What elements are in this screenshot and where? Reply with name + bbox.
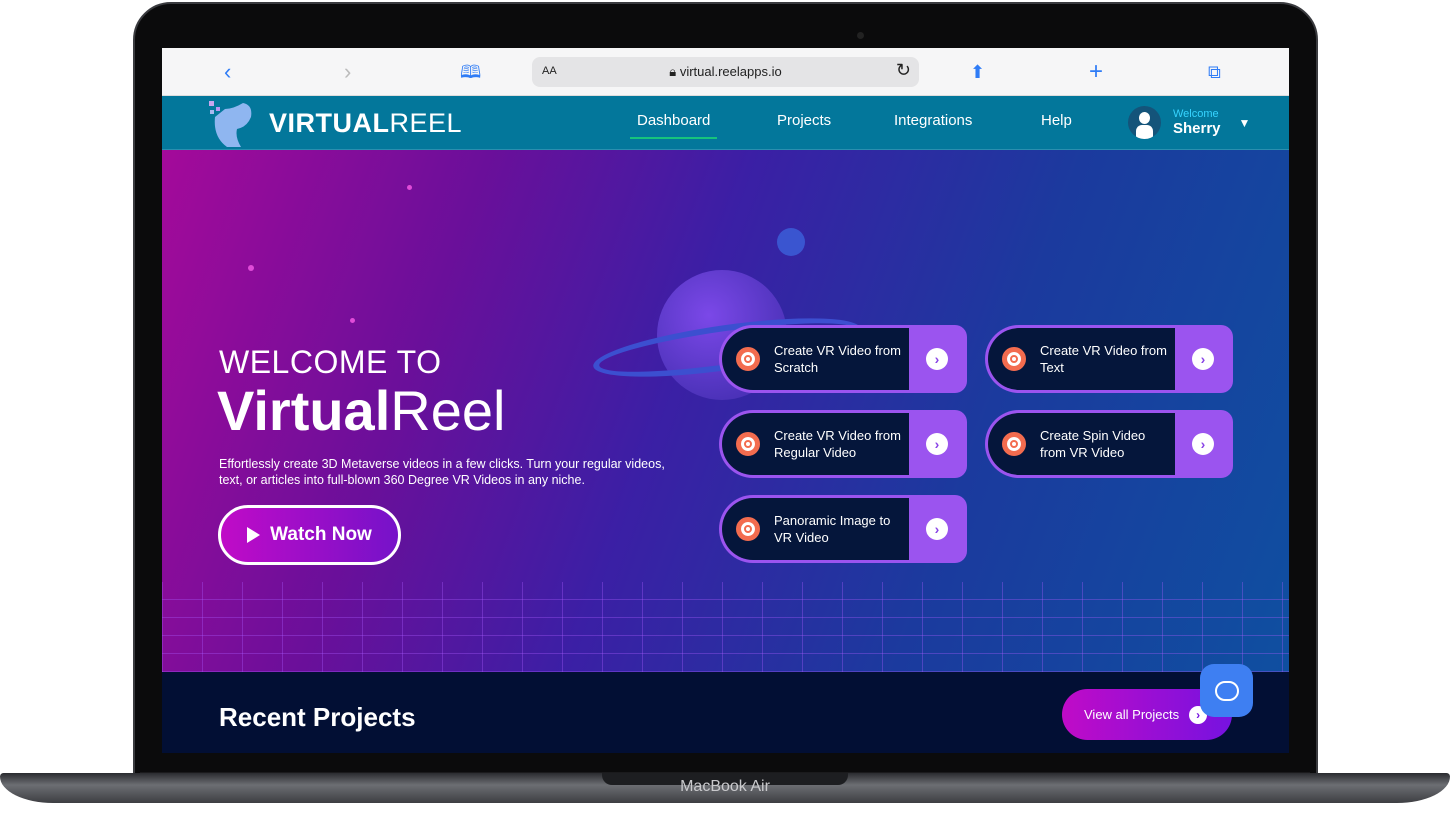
chat-support-button[interactable] [1200,664,1253,717]
chevron-right-icon[interactable]: › [926,433,948,455]
hero-title-light: Reel [390,379,506,442]
address-bar[interactable]: AA 🔒︎ virtual.reelapps.io ↻ [532,57,919,87]
back-icon[interactable]: ‹ [224,60,231,84]
top-nav: VIRTUALREEL Dashboard Projects Integrati… [162,96,1289,150]
recent-projects-title: Recent Projects [219,702,416,732]
user-name: Sherry [1173,120,1221,137]
chat-bubble-icon [1214,680,1239,701]
vr-video-icon [1002,347,1026,371]
welcome-label: Welcome [1173,108,1219,120]
chevron-right-icon[interactable]: › [1192,433,1214,455]
vr-headset-logo-icon [209,101,252,147]
screen: ‹ › 🕮 AA 🔒︎ virtual.reelapps.io ↻ ⬆ + ⧉ … [162,48,1289,753]
hero-title-bold: Virtual [217,379,391,442]
card-label: Create VR Video from Text [1040,343,1167,375]
camera [857,32,864,39]
browser-toolbar: ‹ › 🕮 AA 🔒︎ virtual.reelapps.io ↻ ⬆ + ⧉ [162,48,1289,96]
nav-projects[interactable]: Projects [777,112,831,129]
url-text: virtual.reelapps.io [679,64,782,79]
logo[interactable]: VIRTUALREEL [207,96,462,150]
grid-floor-decoration [162,582,1289,672]
lock-icon: 🔒︎ [669,64,680,79]
vr-video-icon [736,517,760,541]
recent-projects-section: Recent Projects View all Projects › [162,672,1289,753]
logo-bold: VIRTUAL [269,107,390,138]
star [350,318,355,323]
star [407,185,412,190]
card-label: Create VR Video from Scratch [774,343,901,375]
new-tab-icon[interactable]: + [1089,60,1103,84]
card-label: Panoramic Image to VR Video [774,513,891,545]
card-label: Create VR Video from Regular Video [774,428,901,460]
forward-icon[interactable]: › [344,60,351,84]
chevron-right-icon[interactable]: › [1192,348,1214,370]
card-label: Create Spin Video from VR Video [1040,428,1146,460]
create-from-scratch-card[interactable]: Create VR Video from Scratch › [719,325,967,393]
avatar [1128,106,1161,139]
view-all-label: View all Projects [1084,707,1180,722]
panoramic-image-card[interactable]: Panoramic Image to VR Video › [719,495,967,563]
hero-kicker: WELCOME TO [219,344,442,380]
moon-decoration [777,228,805,256]
logo-light: REEL [389,107,463,138]
nav-dashboard[interactable]: Dashboard [629,112,718,139]
nav-help[interactable]: Help [1041,112,1072,129]
hero-banner: WELCOME TO VirtualReel Effortlessly crea… [162,150,1289,672]
create-from-regular-video-card[interactable]: Create VR Video from Regular Video › [719,410,967,478]
create-from-text-card[interactable]: Create VR Video from Text › [985,325,1233,393]
vr-video-icon [736,432,760,456]
share-icon[interactable]: ⬆ [970,60,985,84]
play-icon [247,527,261,543]
nav-integrations[interactable]: Integrations [894,112,972,129]
star [248,265,254,271]
chevron-right-icon[interactable]: › [926,348,948,370]
vr-video-icon [736,347,760,371]
reload-icon[interactable]: ↻ [896,60,911,81]
vr-video-icon [1002,432,1026,456]
watch-now-label: Watch Now [270,524,372,545]
laptop-base: MacBook Air [0,773,1450,803]
tabs-icon[interactable]: ⧉ [1208,60,1221,84]
chevron-right-icon[interactable]: › [926,518,948,540]
create-spin-video-card[interactable]: Create Spin Video from VR Video › [985,410,1233,478]
hero-description: Effortlessly create 3D Metaverse videos … [219,457,665,487]
user-menu[interactable]: Welcome Sherry ▼ [1128,106,1250,139]
hero-title: VirtualReel [217,378,505,443]
bookmarks-icon[interactable]: 🕮 [460,60,481,84]
watch-now-button[interactable]: Watch Now [218,505,401,565]
device-brand: MacBook Air [680,778,770,795]
chevron-down-icon[interactable]: ▼ [1239,116,1251,130]
